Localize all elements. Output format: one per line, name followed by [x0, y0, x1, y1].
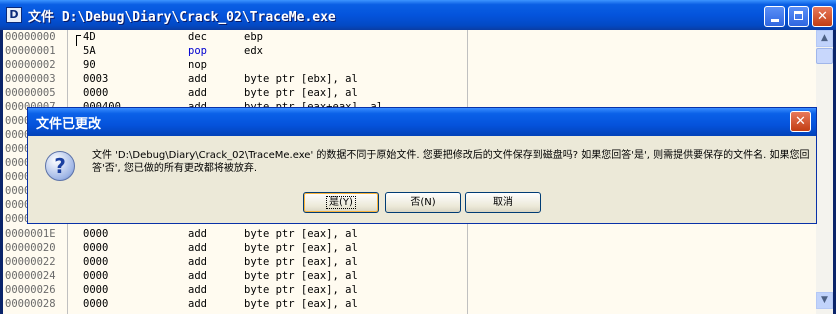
row-mnemonic: add: [188, 298, 207, 310]
table-row[interactable]: 00000001 5A pop edx: [3, 44, 473, 58]
dialog-title: 文件已更改: [36, 117, 102, 132]
row-hex: 5A: [83, 45, 96, 57]
maximize-icon: [794, 11, 803, 20]
row-mnemonic: nop: [188, 59, 207, 71]
scroll-down-button[interactable]: ▼: [816, 292, 833, 309]
row-mnemonic: add: [188, 87, 207, 99]
row-mnemonic: dec: [188, 31, 207, 43]
row-mnemonic: add: [188, 270, 207, 282]
app-icon[interactable]: D: [6, 7, 22, 23]
close-icon: ✕: [795, 114, 806, 129]
row-hex: 0000: [83, 298, 109, 310]
table-row[interactable]: 00000020 0000 add byte ptr [eax], al: [3, 241, 473, 255]
row-hex: 0003: [83, 73, 109, 85]
row-hex: 0000: [83, 242, 109, 254]
row-hex: 90: [83, 59, 96, 71]
row-operands: byte ptr [eax], al: [244, 87, 358, 99]
maximize-button[interactable]: [788, 6, 809, 27]
yes-button[interactable]: 是(Y): [303, 192, 379, 213]
row-hex: 0000: [83, 270, 109, 282]
table-row[interactable]: 00000000 4D dec ebp: [3, 30, 473, 44]
table-row[interactable]: 00000026 0000 add byte ptr [eax], al: [3, 283, 473, 297]
close-button[interactable]: ✕: [812, 6, 833, 27]
row-address: 00000022: [5, 256, 56, 268]
row-operands: ebp: [244, 31, 263, 43]
row-hex: 0000: [83, 87, 109, 99]
table-row[interactable]: 00000028 0000 add byte ptr [eax], al: [3, 297, 473, 311]
cancel-button[interactable]: 取消: [465, 192, 541, 213]
row-operands: byte ptr [eax], al: [244, 228, 358, 240]
table-row[interactable]: 00000002 90 nop: [3, 58, 473, 72]
row-operands: byte ptr [eax], al: [244, 256, 358, 268]
row-operands: byte ptr [ebx], al: [244, 73, 358, 85]
minimize-button[interactable]: [764, 6, 785, 27]
row-operands: byte ptr [eax], al: [244, 298, 358, 310]
row-mnemonic: add: [188, 73, 207, 85]
row-hex: 0000: [83, 284, 109, 296]
dialog-message: 文件 'D:\Debug\Diary\Crack_02\TraceMe.exe'…: [92, 150, 810, 174]
window-title: 文件 D:\Debug\Diary\Crack_02\TraceMe.exe: [28, 10, 336, 25]
row-address: 00000026: [5, 284, 56, 296]
dialog-close-button[interactable]: ✕: [790, 111, 811, 132]
row-address: 00000024: [5, 270, 56, 282]
row-mnemonic: pop: [188, 45, 207, 57]
row-mnemonic: add: [188, 228, 207, 240]
minimize-icon: [770, 19, 779, 22]
table-row[interactable]: 00000024 0000 add byte ptr [eax], al: [3, 269, 473, 283]
cancel-button-label: 取消: [493, 197, 513, 208]
row-operands: edx: [244, 45, 263, 57]
row-address: 0000001E: [5, 228, 56, 240]
row-mnemonic: add: [188, 242, 207, 254]
scroll-thumb[interactable]: [816, 48, 833, 64]
row-operands: byte ptr [eax], al: [244, 242, 358, 254]
no-button[interactable]: 否(N): [385, 192, 461, 213]
yes-button-label: 是(Y): [326, 196, 356, 209]
no-button-label: 否(N): [410, 197, 436, 208]
row-hex: 0000: [83, 256, 109, 268]
row-address: 00000001: [5, 45, 56, 57]
file-changed-dialog: 文件已更改 ✕ ? 文件 'D:\Debug\Diary\Crack_02\Tr…: [27, 107, 817, 224]
row-operands: byte ptr [eax], al: [244, 270, 358, 282]
row-address: 00000003: [5, 73, 56, 85]
table-row[interactable]: 00000005 0000 add byte ptr [eax], al: [3, 86, 473, 100]
vertical-scrollbar[interactable]: ▲ ▼: [816, 30, 833, 314]
scroll-up-button[interactable]: ▲: [816, 30, 833, 47]
table-row[interactable]: 0000001E 0000 add byte ptr [eax], al: [3, 227, 473, 241]
table-row[interactable]: 00000003 0003 add byte ptr [ebx], al: [3, 72, 473, 86]
question-icon: ?: [45, 151, 75, 181]
row-address: 00000020: [5, 242, 56, 254]
row-address: 00000002: [5, 59, 56, 71]
close-icon: ✕: [817, 9, 828, 24]
table-row[interactable]: 00000022 0000 add byte ptr [eax], al: [3, 255, 473, 269]
row-operands: byte ptr [eax], al: [244, 284, 358, 296]
row-address: 00000000: [5, 31, 56, 43]
title-bar[interactable]: D 文件 D:\Debug\Diary\Crack_02\TraceMe.exe…: [0, 0, 836, 30]
row-mnemonic: add: [188, 284, 207, 296]
row-address: 00000005: [5, 87, 56, 99]
row-address: 00000028: [5, 298, 56, 310]
dialog-title-bar[interactable]: 文件已更改 ✕: [28, 108, 816, 136]
row-hex: 0000: [83, 228, 109, 240]
row-mnemonic: add: [188, 256, 207, 268]
row-hex: 4D: [83, 31, 96, 43]
